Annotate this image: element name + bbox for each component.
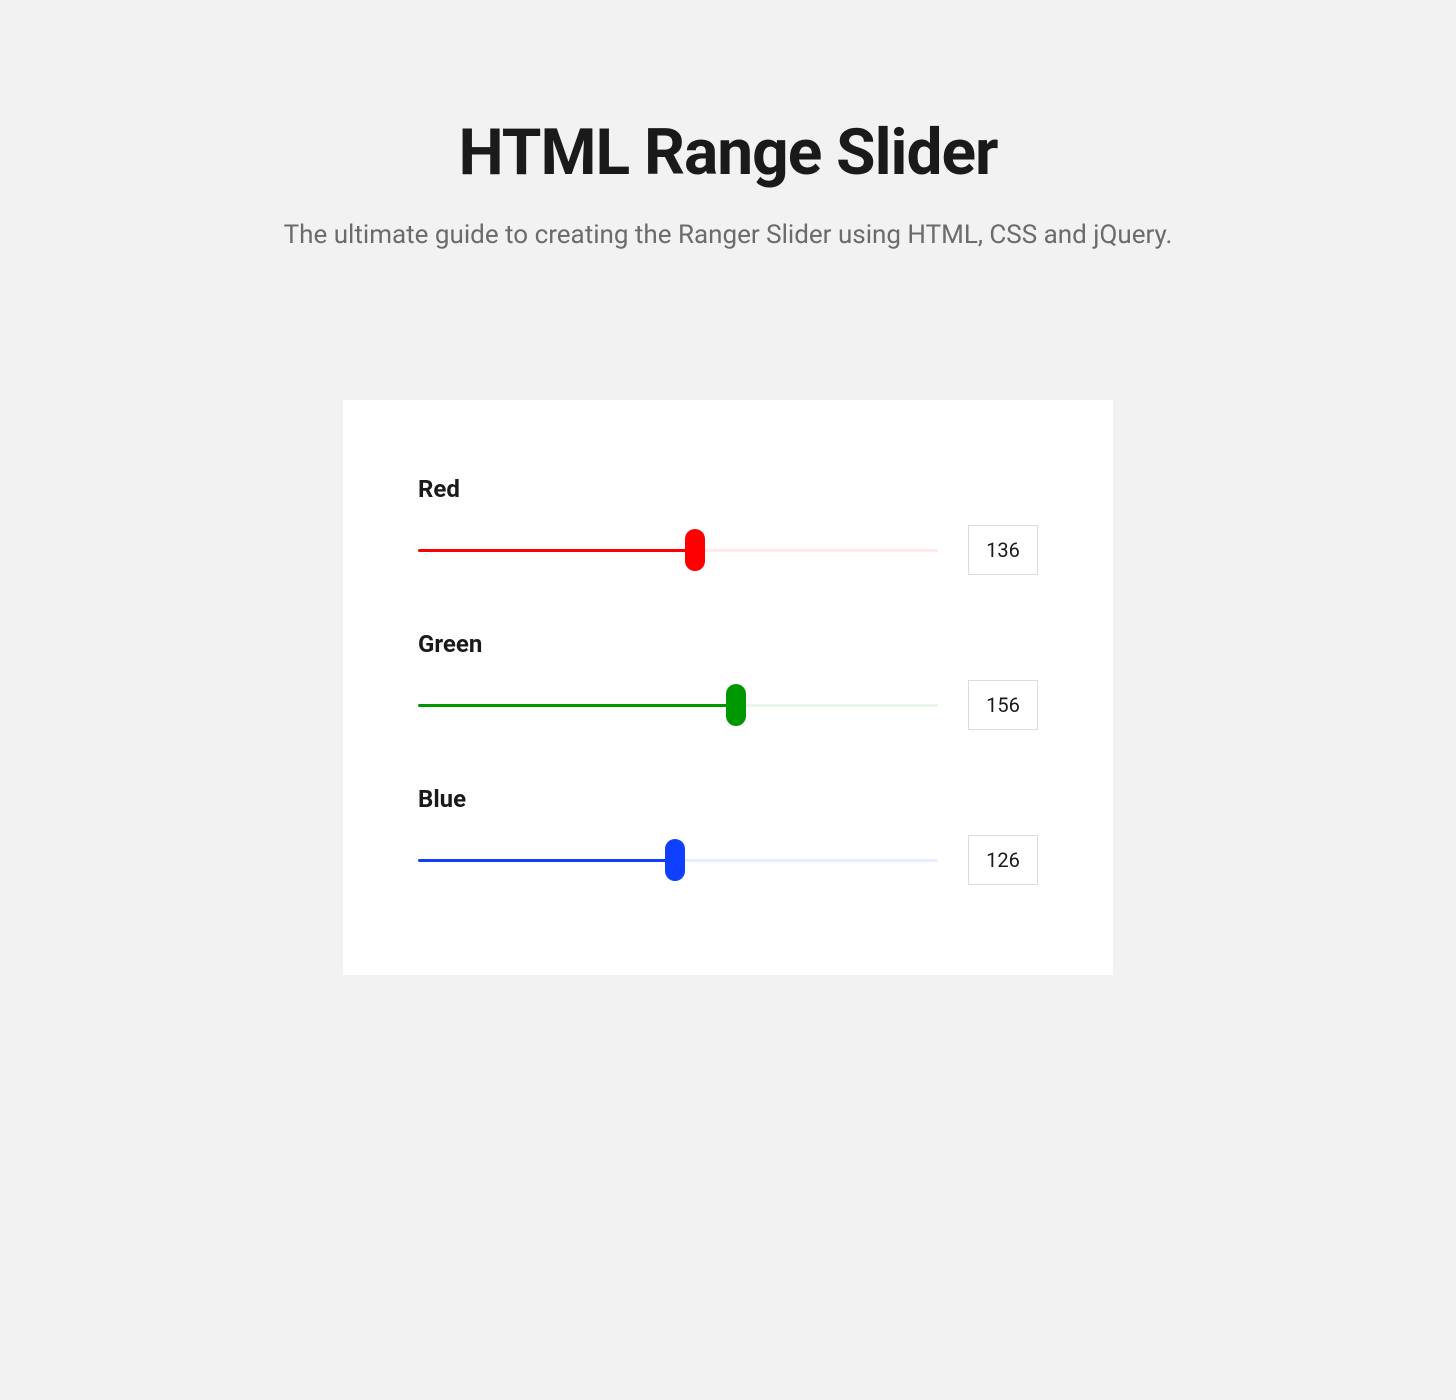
slider-group-green: Green 156 <box>418 630 1038 730</box>
slider-red[interactable] <box>418 530 938 570</box>
slider-track-fill <box>418 704 736 707</box>
page-title: HTML Range Slider <box>0 115 1456 190</box>
slider-track-fill <box>418 549 695 552</box>
slider-value-blue[interactable]: 126 <box>968 835 1038 885</box>
slider-thumb-blue[interactable] <box>665 839 685 881</box>
slider-track-fill <box>418 859 675 862</box>
slider-blue[interactable] <box>418 840 938 880</box>
slider-green[interactable] <box>418 685 938 725</box>
slider-value-red[interactable]: 136 <box>968 525 1038 575</box>
slider-group-red: Red 136 <box>418 475 1038 575</box>
slider-label-green: Green <box>418 630 1038 658</box>
slider-thumb-green[interactable] <box>726 684 746 726</box>
slider-thumb-red[interactable] <box>685 529 705 571</box>
slider-value-green[interactable]: 156 <box>968 680 1038 730</box>
slider-group-blue: Blue 126 <box>418 785 1038 885</box>
page-subtitle: The ultimate guide to creating the Range… <box>0 220 1456 250</box>
slider-card: Red 136 Green 156 Blue <box>343 400 1113 975</box>
slider-label-red: Red <box>418 475 1038 503</box>
slider-label-blue: Blue <box>418 785 1038 813</box>
